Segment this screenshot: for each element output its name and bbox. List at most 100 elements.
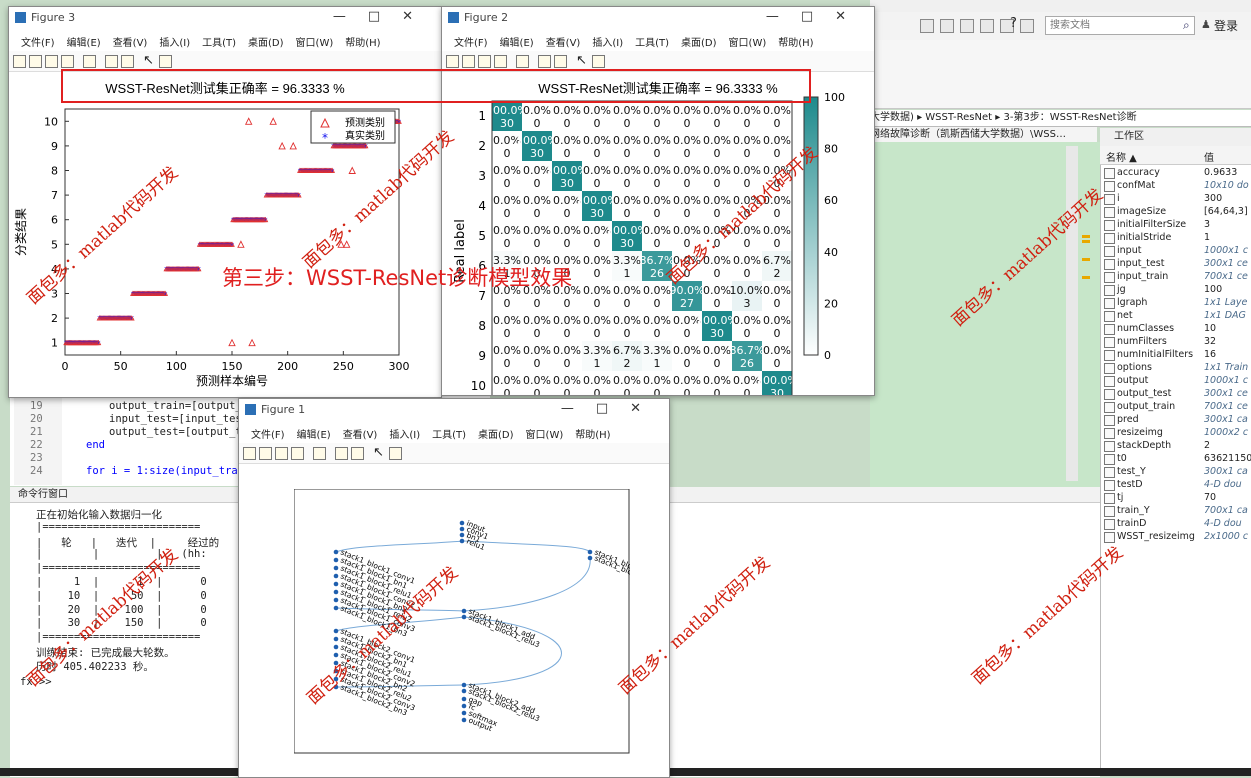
redo-icon[interactable] xyxy=(1020,19,1034,33)
save-icon[interactable] xyxy=(275,447,288,460)
property-editor-icon[interactable] xyxy=(389,447,402,460)
graph-node[interactable] xyxy=(333,573,339,579)
menu-help[interactable]: 帮助(H) xyxy=(575,426,610,441)
graph-node[interactable] xyxy=(333,589,339,595)
graph-node[interactable] xyxy=(461,717,467,723)
graph-node[interactable] xyxy=(333,660,339,666)
menu-edit[interactable]: 编辑(E) xyxy=(297,426,331,441)
menu-view[interactable]: 查看(V) xyxy=(343,426,378,441)
graph-node[interactable] xyxy=(459,532,465,538)
graph-node[interactable] xyxy=(333,652,339,658)
link-plot-icon[interactable] xyxy=(313,447,326,460)
legend-icon[interactable] xyxy=(554,55,567,68)
workspace-col-value[interactable]: 值 xyxy=(1204,149,1214,164)
workspace-variable[interactable]: testD 4-D dou xyxy=(1100,478,1251,491)
figure2-titlebar[interactable]: Figure 2 —□✕ xyxy=(442,7,874,29)
menu-file[interactable]: 文件(F) xyxy=(454,34,488,49)
workspace-variable[interactable]: initialStride 1 xyxy=(1100,231,1251,244)
code-line[interactable]: output_test=[output_tes xyxy=(109,426,254,438)
menu-file[interactable]: 文件(F) xyxy=(251,426,285,441)
graph-node[interactable] xyxy=(333,684,339,690)
menu-window[interactable]: 窗口(W) xyxy=(729,34,767,49)
workspace-variable[interactable]: stackDepth 2 xyxy=(1100,439,1251,452)
menu-tools[interactable]: 工具(T) xyxy=(635,34,669,49)
pointer-icon[interactable]: ↖ xyxy=(143,53,154,68)
menu-insert[interactable]: 插入(I) xyxy=(592,34,623,49)
workspace-variable[interactable]: test_Y 300x1 ca xyxy=(1100,465,1251,478)
new-figure-icon[interactable] xyxy=(13,55,26,68)
link-plot-icon[interactable] xyxy=(83,55,96,68)
graph-node[interactable] xyxy=(333,605,339,611)
workspace-variable[interactable]: i 300 xyxy=(1100,192,1251,205)
menu-insert[interactable]: 插入(I) xyxy=(159,34,190,49)
workspace-variable[interactable]: imageSize [64,64,3] xyxy=(1100,205,1251,218)
code-line[interactable]: input_test=[input_test; xyxy=(109,413,254,425)
workspace-variable[interactable]: initialFilterSize 3 xyxy=(1100,218,1251,231)
menu-file[interactable]: 文件(F) xyxy=(21,34,55,49)
graph-node[interactable] xyxy=(333,676,339,682)
legend-icon[interactable] xyxy=(121,55,134,68)
colorbar-icon[interactable] xyxy=(105,55,118,68)
property-editor-icon[interactable] xyxy=(592,55,605,68)
menu-help[interactable]: 帮助(H) xyxy=(345,34,380,49)
menu-window[interactable]: 窗口(W) xyxy=(526,426,564,441)
code-line[interactable]: end xyxy=(86,439,105,451)
pointer-icon[interactable]: ↖ xyxy=(576,53,587,68)
workspace-variable[interactable]: numFilters 32 xyxy=(1100,335,1251,348)
workspace-variable[interactable]: accuracy 0.9633 xyxy=(1100,166,1251,179)
graph-node[interactable] xyxy=(461,703,467,709)
property-editor-icon[interactable] xyxy=(159,55,172,68)
graph-node[interactable] xyxy=(333,668,339,674)
menu-window[interactable]: 窗口(W) xyxy=(296,34,334,49)
colorbar-icon[interactable] xyxy=(335,447,348,460)
code-line[interactable]: output_train=[output_tr xyxy=(109,400,254,412)
graph-node[interactable] xyxy=(461,614,467,620)
graph-node[interactable] xyxy=(459,538,465,544)
save-icon[interactable] xyxy=(920,19,934,33)
workspace-variable[interactable]: input_train 700x1 ce xyxy=(1100,270,1251,283)
graph-node[interactable] xyxy=(461,710,467,716)
workspace-variable[interactable]: output_train 700x1 ce xyxy=(1100,400,1251,413)
workspace-variable[interactable]: confMat 10x10 do xyxy=(1100,179,1251,192)
workspace-variable[interactable]: pred 300x1 ca xyxy=(1100,413,1251,426)
command-prompt[interactable]: fx >> xyxy=(20,676,52,688)
graph-node[interactable] xyxy=(461,696,467,702)
menu-insert[interactable]: 插入(I) xyxy=(389,426,420,441)
graph-node[interactable] xyxy=(461,682,467,688)
workspace-variable[interactable]: t0 63621150 xyxy=(1100,452,1251,465)
graph-node[interactable] xyxy=(459,526,465,532)
open-icon[interactable] xyxy=(29,55,42,68)
graph-node[interactable] xyxy=(333,597,339,603)
workspace-variable[interactable]: net 1x1 DAG xyxy=(1100,309,1251,322)
link-plot-icon[interactable] xyxy=(516,55,529,68)
workspace-variable[interactable]: numClasses 10 xyxy=(1100,322,1251,335)
open-icon[interactable] xyxy=(259,447,272,460)
search-icon[interactable]: ⌕ xyxy=(1183,18,1190,33)
save-icon[interactable] xyxy=(478,55,491,68)
scrollbar[interactable] xyxy=(1066,146,1078,481)
menu-view[interactable]: 查看(V) xyxy=(546,34,581,49)
figure3-titlebar[interactable]: Figure 3 —□✕ xyxy=(9,7,441,29)
graph-node[interactable] xyxy=(587,549,593,555)
graph-node[interactable] xyxy=(587,555,593,561)
graph-node[interactable] xyxy=(333,549,339,555)
graph-node[interactable] xyxy=(333,644,339,650)
colorbar-icon[interactable] xyxy=(538,55,551,68)
save-icon[interactable] xyxy=(45,55,58,68)
code-line[interactable]: for i = 1:size(input_train, xyxy=(86,465,257,477)
window-controls[interactable]: —□✕ xyxy=(333,9,435,24)
graph-node[interactable] xyxy=(333,581,339,587)
workspace-variable[interactable]: input_test 300x1 ce xyxy=(1100,257,1251,270)
menu-desktop[interactable]: 桌面(D) xyxy=(681,34,717,49)
workspace-variable[interactable]: numInitialFilters 16 xyxy=(1100,348,1251,361)
menu-edit[interactable]: 编辑(E) xyxy=(67,34,101,49)
login-button[interactable]: 登录 xyxy=(1214,17,1238,34)
current-folder-path[interactable]: 大学数据) ▸ WSST-ResNet ▸ 3-第3步：WSST-ResNet诊… xyxy=(870,110,1251,127)
notification-bell-icon[interactable]: ♟ xyxy=(1201,18,1211,31)
graph-node[interactable] xyxy=(333,628,339,634)
open-icon[interactable] xyxy=(462,55,475,68)
menu-edit[interactable]: 编辑(E) xyxy=(500,34,534,49)
print-icon[interactable] xyxy=(61,55,74,68)
workspace-variable[interactable]: train_Y 700x1 ca xyxy=(1100,504,1251,517)
graph-node[interactable] xyxy=(333,636,339,642)
